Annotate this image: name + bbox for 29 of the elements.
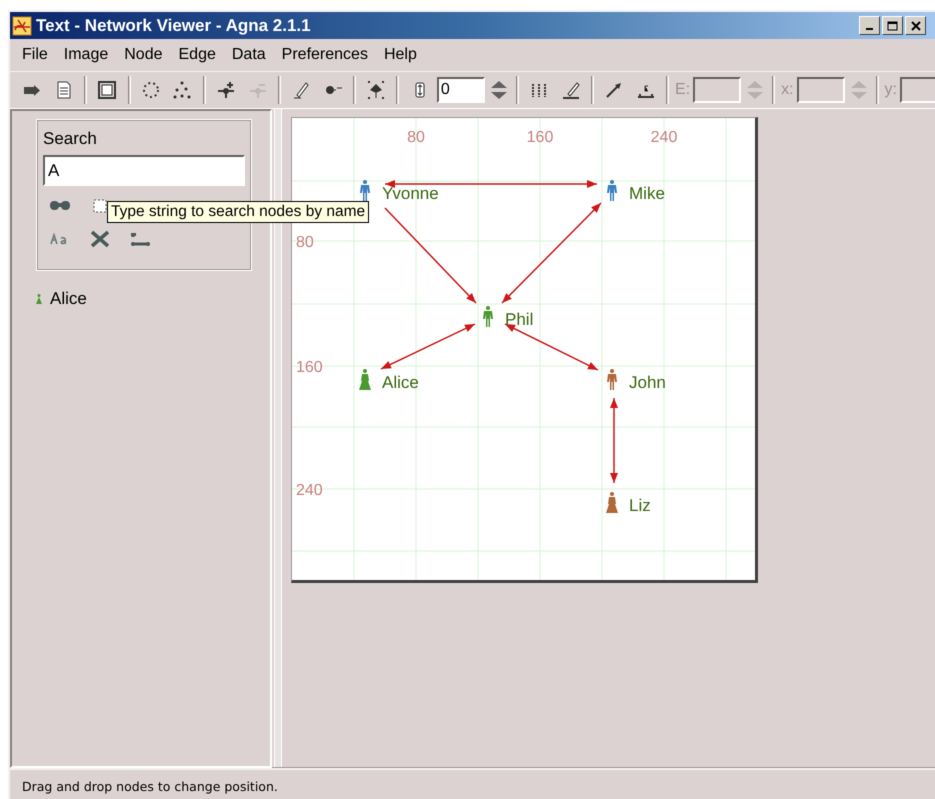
result-item[interactable]: Alice [50, 289, 87, 309]
group-title: Search [43, 129, 98, 149]
status-text: Drag and drop nodes to change position. [22, 779, 278, 794]
field-label: y: [884, 81, 897, 99]
search-field[interactable]: A [43, 155, 245, 186]
menu-item[interactable]: Help [376, 46, 425, 64]
axis-label: 160 [526, 129, 554, 146]
menu-item[interactable]: Image [56, 46, 116, 64]
menu-item[interactable]: Node [116, 46, 170, 64]
menu-item[interactable]: Data [224, 46, 274, 64]
field-label: E: [675, 81, 690, 99]
tooltip: Type string to search nodes by name [107, 201, 370, 223]
axis-label: 80 [296, 234, 314, 251]
axis-label: 160 [296, 359, 323, 376]
field-label: x: [781, 81, 794, 99]
node-label: Liz [629, 496, 651, 515]
menu-item[interactable]: Edge [170, 46, 224, 64]
node-label: Yvonne [382, 184, 439, 203]
menu-item[interactable]: File [14, 46, 56, 64]
node-label: John [629, 373, 666, 392]
axis-label: 240 [296, 482, 323, 499]
window-title: Text - Network Viewer - Agna 2.1.1 [36, 16, 312, 36]
number-field[interactable]: 0 [436, 77, 485, 103]
axis-label: 240 [650, 129, 678, 146]
node-label: Mike [629, 184, 665, 203]
node-label: Alice [382, 373, 419, 392]
menu-item[interactable]: Preferences [274, 46, 376, 64]
axis-label: 80 [407, 129, 425, 146]
node-label: Phil [505, 310, 534, 329]
